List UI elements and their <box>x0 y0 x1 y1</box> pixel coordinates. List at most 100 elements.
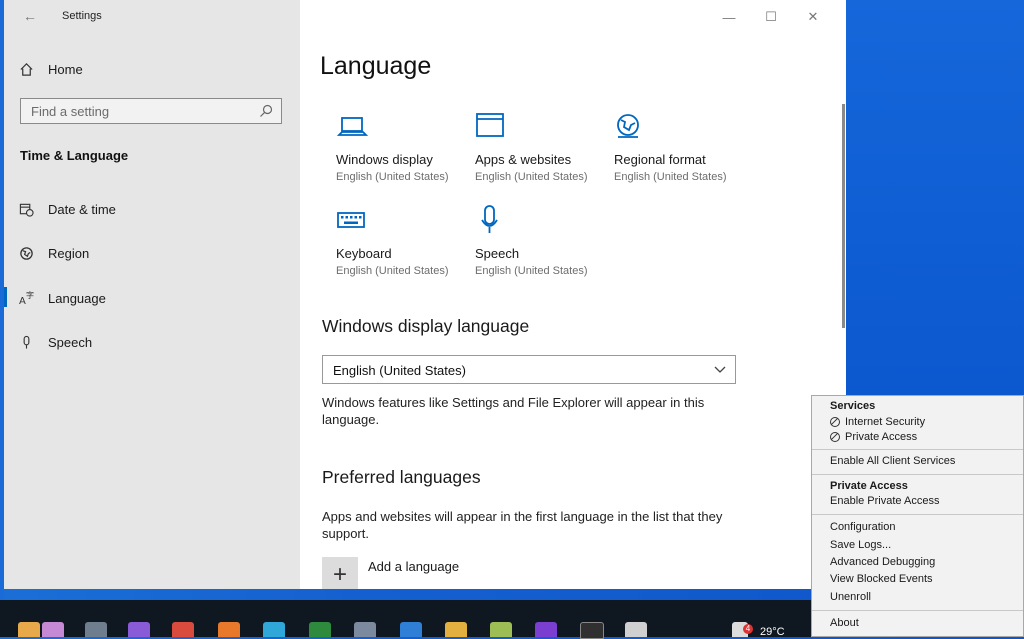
minimize-button[interactable]: — <box>708 6 750 28</box>
tile-apps-websites[interactable]: Apps & websites English (United States) <box>475 110 605 183</box>
tile-regional-format[interactable]: Regional format English (United States) <box>614 110 744 183</box>
tile-keyboard[interactable]: Keyboard English (United States) <box>336 204 466 277</box>
calculator-icon[interactable] <box>354 622 376 637</box>
menu-item-internet-security[interactable]: Internet Security <box>830 416 925 428</box>
menu-separator <box>812 610 1023 611</box>
firefox-icon[interactable] <box>218 622 240 637</box>
chrome-icon[interactable] <box>172 622 194 637</box>
window-icon <box>475 110 509 144</box>
menu-separator <box>812 449 1023 450</box>
sidebar-item-speech[interactable]: Speech <box>18 330 92 354</box>
page-title: Language <box>320 52 432 80</box>
menu-item-enable-private-access[interactable]: Enable Private Access <box>830 495 939 507</box>
menu-item-save-logs[interactable]: Save Logs... <box>830 539 891 551</box>
menu-item-label: Private Access <box>845 431 918 443</box>
nav-home-label: Home <box>48 61 83 77</box>
sidebar-item-label: Region <box>48 245 90 261</box>
chevron-down-icon <box>713 362 727 376</box>
gear-icon[interactable] <box>625 622 647 637</box>
calendar-clock-icon <box>18 201 34 217</box>
scrollbar[interactable] <box>842 104 845 328</box>
microphone-icon <box>18 334 34 350</box>
menu-item-private-access[interactable]: Private Access <box>830 431 917 443</box>
search-placeholder: Find a setting <box>31 104 110 119</box>
tile-sub: English (United States) <box>336 265 449 277</box>
active-indicator <box>4 287 7 307</box>
visual-studio-icon[interactable] <box>128 622 150 637</box>
tile-sub: English (United States) <box>475 265 588 277</box>
menu-separator <box>812 474 1023 475</box>
menu-separator <box>812 514 1023 515</box>
sidebar-item-label: Language <box>48 290 106 306</box>
sidebar-item-language[interactable]: A字 Language <box>18 286 106 310</box>
sidebar-item-label: Speech <box>48 334 93 350</box>
start-icon[interactable] <box>18 622 40 637</box>
maximize-button[interactable]: ☐ <box>750 6 792 28</box>
edge-icon[interactable] <box>263 622 285 637</box>
disabled-icon <box>830 432 840 442</box>
nav-home[interactable]: Home <box>18 57 83 81</box>
tile-sub: English (United States) <box>614 171 727 183</box>
language-icon: A字 <box>18 290 34 306</box>
console-icon[interactable] <box>580 622 604 639</box>
sidebar-item-region[interactable]: Region <box>18 241 89 265</box>
plus-icon: + <box>332 561 347 588</box>
menu-item-label: Internet Security <box>845 416 926 428</box>
svg-text:字: 字 <box>26 290 34 300</box>
tray-context-menu: Services Internet Security Private Acces… <box>811 395 1024 637</box>
laptop-icon <box>336 110 370 144</box>
search-icon[interactable] <box>259 104 273 118</box>
app-icon[interactable] <box>535 622 557 637</box>
task-view-icon[interactable] <box>85 622 107 637</box>
disabled-icon <box>830 417 840 427</box>
menu-item-about[interactable]: About <box>830 617 859 629</box>
back-arrow-icon[interactable]: ← <box>20 6 40 26</box>
search-input[interactable]: Find a setting <box>20 98 282 124</box>
add-language-label[interactable]: Add a language <box>368 559 459 574</box>
add-language-button[interactable]: + <box>322 557 358 589</box>
terminal-app-icon[interactable] <box>309 622 331 637</box>
close-button[interactable]: ✕ <box>792 6 834 28</box>
section-heading: Time & Language <box>20 148 129 163</box>
globe-icon <box>18 245 34 261</box>
menu-item-view-blocked-events[interactable]: View Blocked Events <box>830 573 933 585</box>
sidebar: ← Settings Home Find a setting Time & La… <box>4 0 300 589</box>
menu-item-configuration[interactable]: Configuration <box>830 521 895 533</box>
svg-text:A: A <box>19 296 26 306</box>
dropdown-value: English (United States) <box>333 363 466 378</box>
sidebar-item-label: Date & time <box>48 201 116 217</box>
feather-app-icon[interactable] <box>400 622 422 637</box>
notification-badge: 4 <box>743 624 753 634</box>
preferred-languages-heading: Preferred languages <box>322 467 481 487</box>
home-icon <box>18 61 34 77</box>
menu-item-unenroll[interactable]: Unenroll <box>830 591 871 603</box>
temperature-text: 29°C <box>760 626 785 638</box>
preferred-languages-description: Apps and websites will appear in the fir… <box>322 509 723 541</box>
tile-name: Keyboard <box>336 246 392 261</box>
keyboard-icon <box>336 204 370 238</box>
display-language-dropdown[interactable]: English (United States) <box>322 355 736 384</box>
window-title: Settings <box>62 10 102 22</box>
tile-sub: English (United States) <box>475 171 588 183</box>
microphone-icon <box>475 204 509 238</box>
menu-item-enable-all[interactable]: Enable All Client Services <box>830 455 955 467</box>
tile-name: Speech <box>475 246 520 261</box>
tile-name: Apps & websites <box>475 152 572 167</box>
tile-name: Windows display <box>336 152 433 167</box>
window-controls: — ☐ ✕ <box>708 6 834 28</box>
menu-item-advanced-debugging[interactable]: Advanced Debugging <box>830 556 935 568</box>
tile-sub: English (United States) <box>336 171 449 183</box>
display-language-heading: Windows display language <box>322 316 530 336</box>
file-explorer-icon[interactable] <box>445 622 467 637</box>
menu-services-header: Services <box>830 400 876 412</box>
menu-private-access-header: Private Access <box>830 480 908 492</box>
sidebar-item-date-time[interactable]: Date & time <box>18 197 116 221</box>
settings-window: ← Settings Home Find a setting Time & La… <box>4 0 846 589</box>
app-icon[interactable] <box>42 622 64 637</box>
notepad-icon[interactable] <box>490 622 512 637</box>
display-language-description: Windows features like Settings and File … <box>322 395 705 427</box>
tile-name: Regional format <box>614 152 706 167</box>
tile-windows-display[interactable]: Windows display English (United States) <box>336 110 466 183</box>
globe-icon <box>614 110 648 144</box>
tile-speech[interactable]: Speech English (United States) <box>475 204 605 277</box>
